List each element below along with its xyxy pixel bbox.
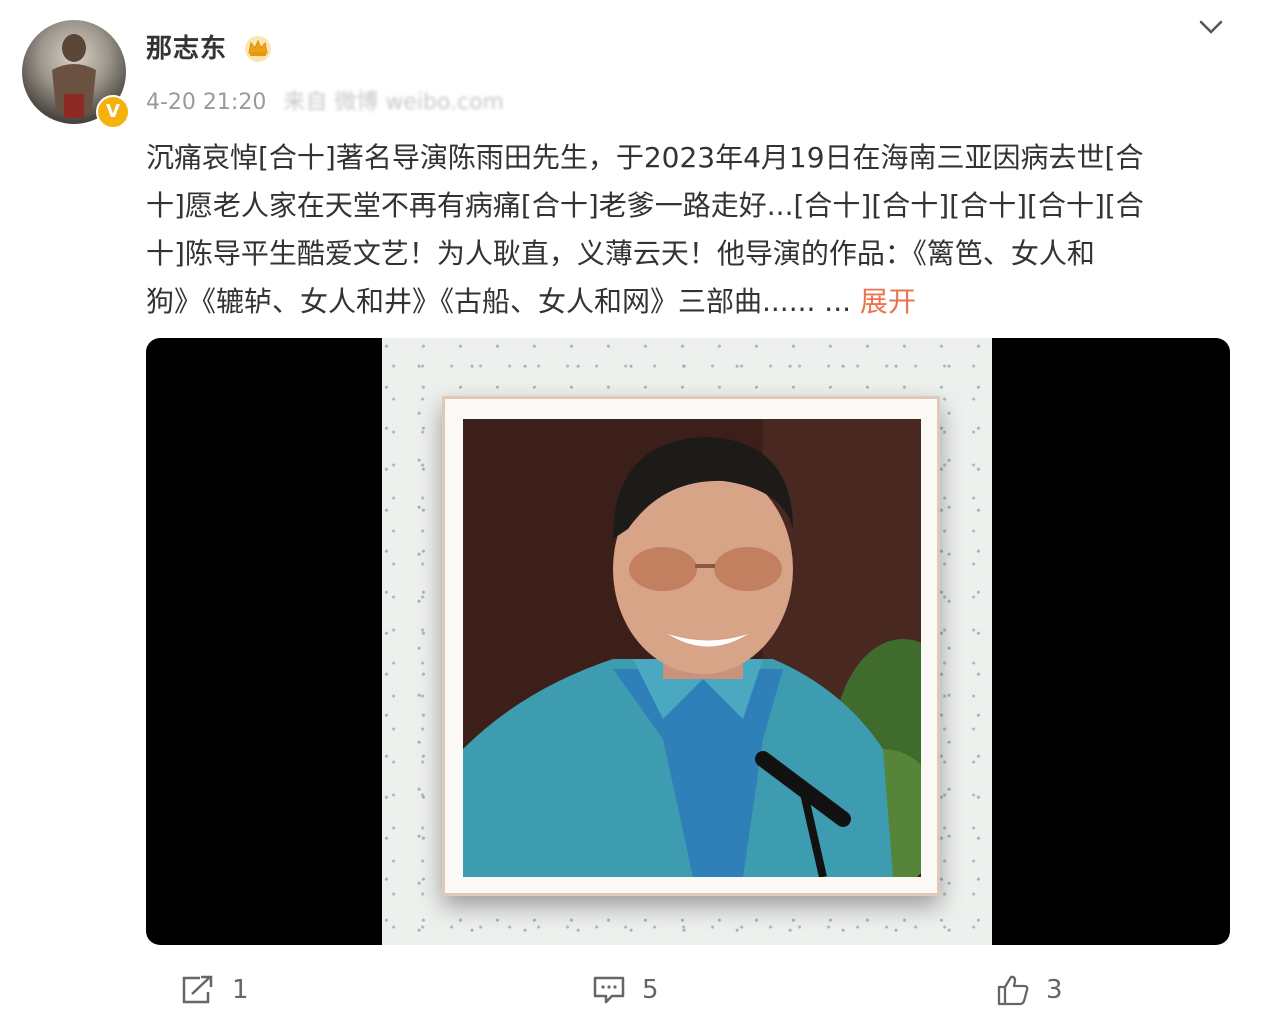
thumbs-up-icon [997, 975, 1029, 1006]
expand-link[interactable]: 展开 [860, 285, 916, 318]
post-meta: 4-20 21:20 来自 微博 weibo.com [146, 84, 504, 116]
post-line: 沉痛哀悼[合十]著名导演陈雨田先生，于2023年4月19日在海南三亚因病去世[合 [146, 141, 1144, 174]
share-icon [182, 975, 213, 1004]
portrait-photo [463, 419, 921, 877]
post-line: 十]陈导平生酷爱文艺！为人耿直，义薄云天！他导演的作品：《篱笆、女人和 [146, 237, 1095, 270]
post-line: 狗》《辘轳、女人和井》《古船、女人和网》三部曲...... ... [146, 285, 852, 318]
post-line: 十]愿老人家在天堂不再有病痛[合十]老爹一路走好...[合十][合十][合十][… [146, 189, 1144, 222]
post-image[interactable] [146, 338, 1230, 945]
like-button[interactable]: 3 [996, 960, 1063, 1020]
like-count: 3 [1046, 975, 1063, 1005]
repost-button[interactable]: 1 [180, 960, 249, 1020]
chevron-down-icon[interactable] [1196, 16, 1226, 38]
comment-button[interactable]: 5 [592, 960, 659, 1020]
post-source: 来自 微博 weibo.com [283, 90, 504, 115]
repost-count: 1 [232, 975, 249, 1005]
crown-icon [245, 36, 271, 62]
post-content: 沉痛哀悼[合十]著名导演陈雨田先生，于2023年4月19日在海南三亚因病去世[合… [146, 134, 1236, 326]
comment-count: 5 [642, 975, 659, 1005]
comment-icon [593, 976, 625, 1004]
photo-frame [442, 396, 940, 896]
memorial-card [382, 338, 992, 945]
action-bar: 1 5 3 [0, 960, 1266, 1020]
post-line-last: 狗》《辘轳、女人和井》《古船、女人和网》三部曲...... ... 展开 [146, 278, 1236, 326]
username[interactable]: 那志东 [146, 28, 227, 65]
timestamp[interactable]: 4-20 21:20 [146, 90, 266, 115]
verified-badge: V [96, 95, 130, 129]
portrait-illustration [463, 419, 921, 877]
